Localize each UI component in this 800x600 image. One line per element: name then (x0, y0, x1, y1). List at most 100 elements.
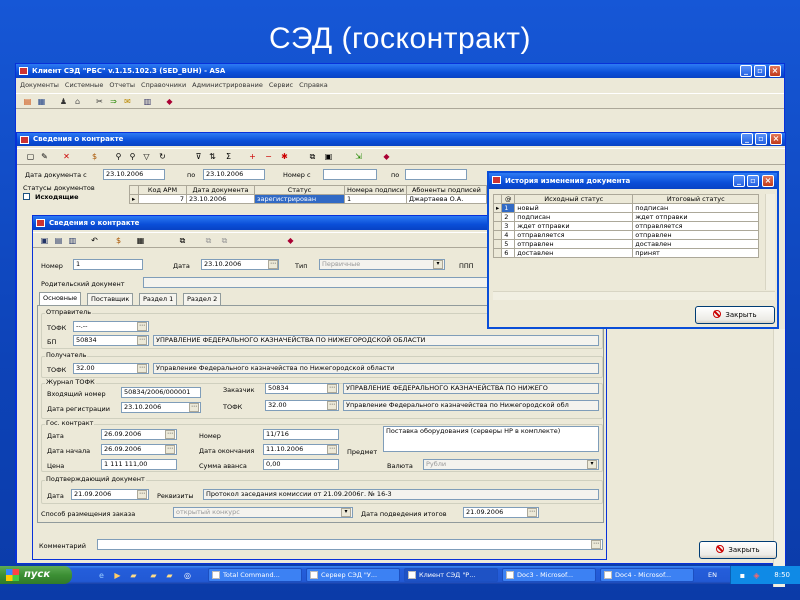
refresh-icon[interactable]: ↻ (157, 151, 168, 162)
history-hscrollbar[interactable] (493, 291, 775, 300)
table-row[interactable]: 4 отправляется отправлен (492, 230, 760, 240)
quicklaunch-app2-icon[interactable]: ▰ (164, 570, 175, 581)
date-from-field[interactable]: 23.10.2006 (103, 169, 165, 180)
remove-icon[interactable]: − (263, 151, 274, 162)
menu-system[interactable]: Системные (65, 81, 103, 89)
task-total-commander[interactable]: Total Command... (208, 568, 302, 582)
start-button[interactable]: пуск (0, 566, 72, 584)
bank-icon[interactable]: ⌂ (72, 96, 83, 107)
menu-service[interactable]: Сервис (269, 81, 293, 89)
tab-supplier[interactable]: Поставщик (87, 293, 134, 305)
tray-security-icon[interactable]: ◈ (751, 570, 762, 581)
history-close-window-button[interactable]: × (762, 175, 774, 187)
sort-icon[interactable]: ⇅ (207, 151, 218, 162)
menu-documents[interactable]: Документы (20, 81, 59, 89)
type-select[interactable]: Первичные (319, 259, 445, 270)
find-next-icon[interactable]: ⚲ (127, 151, 138, 162)
method-dropdown-icon[interactable]: ▾ (341, 508, 351, 517)
contract-price-field[interactable]: 1 111 111,00 (101, 459, 177, 470)
contracts-minimize-button[interactable]: _ (741, 133, 753, 145)
send-icon[interactable]: ⇒ (108, 96, 119, 107)
help-detail-icon[interactable]: ◆ (285, 235, 296, 246)
date-to-field[interactable]: 23.10.2006 (203, 169, 265, 180)
sender-bp-picker[interactable]: ⋯ (137, 336, 147, 345)
task-doc4[interactable]: Doc4 - Microsof... (600, 568, 694, 582)
tab-section1[interactable]: Раздел 1 (139, 293, 178, 305)
results-date-picker[interactable]: ⋯ (527, 508, 537, 517)
contract-number-field[interactable]: 11/716 (263, 429, 339, 440)
copy-icon[interactable]: ⧉ (307, 151, 318, 162)
tab-section2[interactable]: Раздел 2 (183, 293, 222, 305)
paste-icon[interactable]: ▣ (323, 151, 334, 162)
quicklaunch-ie-icon[interactable]: e (96, 570, 107, 581)
type-dropdown-icon[interactable]: ▾ (433, 260, 443, 269)
language-indicator[interactable]: EN (708, 571, 717, 579)
table-row[interactable]: 2 подписан ждет отправки (492, 212, 760, 222)
table-row[interactable]: 5 отправлен доставлен (492, 239, 760, 249)
recipient-tofk-picker[interactable]: ⋯ (137, 364, 147, 373)
history-maximize-button[interactable]: ▫ (747, 175, 759, 187)
tab-main[interactable]: Основные (39, 292, 82, 305)
contract-subject-field[interactable]: Поставка оборудования (серверы HP в комп… (383, 426, 599, 452)
contracts-close-btn[interactable]: Закрыть (699, 541, 777, 559)
filter-icon[interactable]: ▽ (141, 151, 152, 162)
history-vscrollbar[interactable] (765, 194, 775, 290)
users-icon[interactable]: ♟ (58, 96, 69, 107)
table-row[interactable]: ▸ 1 новый подписан (492, 203, 760, 213)
menu-reports[interactable]: Отчеты (109, 81, 135, 89)
maximize-button[interactable]: ▫ (754, 65, 766, 77)
table-row[interactable]: 3 ждет отправки отправляется (492, 221, 760, 231)
contract-currency-select[interactable]: Рубли (423, 459, 599, 470)
journal-tofk-picker[interactable]: ⋯ (327, 401, 337, 410)
filter-clear-icon[interactable]: ⊽ (193, 151, 204, 162)
quicklaunch-app1-icon[interactable]: ▰ (148, 570, 159, 581)
history-window-titlebar[interactable]: История изменения документа _ ▫ × (489, 173, 777, 189)
method-select[interactable]: открытый конкурс (173, 507, 353, 518)
money-icon[interactable]: $ (89, 151, 100, 162)
paste-detail-icon[interactable]: ⧉ (203, 235, 214, 246)
tray-network-icon[interactable]: ▪ (737, 570, 748, 581)
col-to-status[interactable]: Итоговый статус (632, 194, 760, 204)
contracts-window-titlebar[interactable]: Сведения о контракте _ ▫ × (17, 133, 785, 146)
date-picker-icon[interactable]: ⋯ (268, 260, 278, 269)
confirm-req-field[interactable]: Протокол заседания комиссии от 21.09.200… (203, 489, 599, 500)
confirm-date-picker[interactable]: ⋯ (137, 490, 147, 499)
help-book-icon[interactable]: ◆ (164, 96, 175, 107)
contract-date-picker[interactable]: ⋯ (165, 430, 175, 439)
copy-detail-icon[interactable]: ⧉ (177, 235, 188, 246)
documents-icon[interactable]: ▤ (22, 96, 33, 107)
minimize-button[interactable]: _ (740, 65, 752, 77)
col-status[interactable]: Статус (254, 185, 345, 195)
journal-reg-picker[interactable]: ⋯ (189, 403, 199, 412)
customer-picker[interactable]: ⋯ (327, 384, 337, 393)
quicklaunch-app3-icon[interactable]: ◎ (182, 570, 193, 581)
menu-admin[interactable]: Администрирование (192, 81, 263, 89)
table-row[interactable]: 6 доставлен принят (492, 248, 760, 258)
attach-icon[interactable]: ▦ (135, 235, 146, 246)
contracts-maximize-button[interactable]: ▫ (755, 133, 767, 145)
export-icon[interactable]: ⇲ (353, 151, 364, 162)
sum-icon[interactable]: Σ (223, 151, 234, 162)
star-icon[interactable]: ✱ (279, 151, 290, 162)
contracts-close-button[interactable]: × (770, 133, 782, 145)
save-icon[interactable]: ▣ (39, 235, 50, 246)
undo-icon[interactable]: ↶ (89, 235, 100, 246)
sender-tofk-picker[interactable]: ⋯ (137, 322, 147, 331)
menu-help[interactable]: Справка (299, 81, 328, 89)
menu-references[interactable]: Справочники (141, 81, 186, 89)
close-button[interactable]: × (769, 65, 781, 77)
edit-icon[interactable]: ✎ (39, 151, 50, 162)
contract-start-picker[interactable]: ⋯ (165, 445, 175, 454)
col-date[interactable]: Дата документа (186, 185, 255, 195)
print-icon[interactable]: ▤ (53, 235, 64, 246)
task-sed-client[interactable]: Клиент СЭД "Р... (404, 568, 498, 582)
history-close-btn[interactable]: Закрыть (695, 306, 775, 324)
col-arm[interactable]: Код АРМ (138, 185, 187, 195)
main-window-titlebar[interactable]: Клиент СЭД "РБС" v.1.15.102.3 (SED_BUH) … (16, 64, 784, 78)
paste2-detail-icon[interactable]: ⧉ (219, 235, 230, 246)
currency-dropdown-icon[interactable]: ▾ (587, 460, 597, 469)
journal-icon[interactable]: ▦ (36, 96, 47, 107)
help-icon[interactable]: ◆ (381, 151, 392, 162)
col-sign-number[interactable]: Номера подписи (344, 185, 407, 195)
quicklaunch-media-icon[interactable]: ▶ (112, 570, 123, 581)
